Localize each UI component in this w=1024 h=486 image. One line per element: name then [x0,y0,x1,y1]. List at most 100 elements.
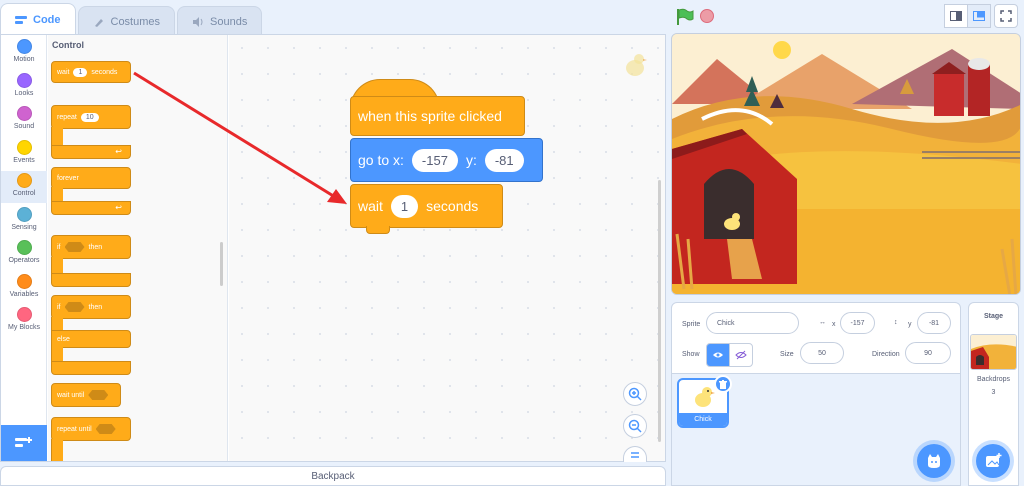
category-dot [16,274,32,289]
horizontal-arrows-icon: ↔ [819,319,826,326]
block-text: seconds [91,68,118,76]
condition-slot[interactable] [64,302,85,312]
palette-repeat-until-block[interactable]: repeat until [51,417,131,441]
code-editor: Motion Looks Sound Events Control Sensin… [0,34,666,462]
stop-button[interactable] [700,9,714,23]
when-sprite-clicked-block[interactable]: when this sprite clicked [350,96,525,136]
workspace-scrollbar[interactable] [658,180,661,442]
green-flag-icon[interactable] [675,8,695,26]
vertical-arrows-icon: ↕ [894,319,898,326]
image-add-icon [986,453,1002,467]
category-operators[interactable]: Operators [1,238,47,270]
category-my-blocks[interactable]: My Blocks [1,305,47,337]
palette-scrollbar[interactable] [220,242,223,286]
stage-pane-title: Stage [983,313,1004,320]
show-sprite-button[interactable] [706,343,730,367]
stage-canvas[interactable] [671,33,1021,295]
category-label: Variables [9,291,39,298]
category-label: My Blocks [8,324,40,331]
loop-arrow-icon: ↩ [115,147,122,156]
block-text: seconds [426,198,479,214]
block-footer: ↩ [51,145,131,159]
category-dot [16,140,32,155]
block-footer: ↩ [51,201,131,215]
category-dot [16,307,32,322]
tab-sounds[interactable]: Sounds [177,6,263,36]
condition-slot[interactable] [64,242,85,252]
category-label: Events [13,157,35,164]
sprite-label: Sprite [682,321,701,328]
palette-if-else-block[interactable]: if then [51,295,131,319]
palette-else-label: else [51,330,131,348]
tab-costumes-label: Costumes [110,15,161,28]
palette-wait-block[interactable]: wait 1 seconds [51,61,131,83]
block-text: repeat until [57,425,92,433]
category-menu: Motion Looks Sound Events Control Sensin… [1,35,47,461]
category-looks[interactable]: Looks [1,71,47,103]
category-label: Control [12,190,36,197]
choose-sprite-button[interactable] [917,444,951,478]
y-label: y [908,321,912,328]
block-text: else [57,335,70,343]
zoom-out-button[interactable] [623,414,647,438]
eye-icon [713,352,723,358]
cat-add-icon [928,454,940,468]
zoom-in-button[interactable] [623,382,647,406]
backdrop-thumbnail [971,335,1016,369]
x-input[interactable]: -157 [411,148,458,172]
tab-costumes[interactable]: Costumes [77,6,176,36]
wait-seconds-block[interactable]: wait 1 seconds [350,184,503,228]
category-label: Sensing [11,224,37,231]
add-extension-button[interactable] [1,425,47,461]
editor-tabs: Code Costumes Sounds [0,0,264,36]
y-input[interactable]: -81 [484,148,524,172]
palette-repeat-block[interactable]: repeat 10 [51,105,131,129]
sprite-watermark-icon [626,54,647,76]
category-dot [16,73,32,88]
small-stage-button[interactable] [944,4,968,28]
category-control[interactable]: Control [1,171,47,203]
stage-size-toggle [944,4,1018,28]
palette-if-then-block[interactable]: if then [51,235,131,259]
normal-stage-button[interactable] [967,4,991,28]
category-motion[interactable]: Motion [1,37,47,69]
palette-title: Control [52,40,84,50]
direction-input[interactable]: 90 [905,342,951,364]
chick-thumbnail [695,387,715,407]
block-input[interactable]: 1 [73,67,88,77]
size-input[interactable]: 50 [800,342,844,364]
condition-slot[interactable] [88,390,109,400]
backpack-bar[interactable]: Backpack [0,466,666,486]
seconds-input[interactable]: 1 [390,194,419,218]
fullscreen-button[interactable] [994,4,1018,28]
sprite-name-input[interactable]: Chick [706,312,799,334]
stage-thumbnail[interactable] [970,334,1017,370]
palette-forever-block[interactable]: forever [51,167,131,189]
category-variables[interactable]: Variables [1,272,47,304]
block-footer [51,361,131,375]
block-notch [366,226,390,234]
block-text: y: [465,152,477,168]
delete-sprite-button[interactable] [714,375,732,393]
loop-arrow-icon: ↩ [115,203,122,212]
category-dot [16,207,32,222]
x-position-input[interactable]: -157 [840,312,875,334]
category-dot [16,240,32,255]
tab-sounds-label: Sounds [210,15,248,28]
zoom-out-icon [628,419,642,433]
category-label: Operators [8,257,40,264]
y-position-input[interactable]: -81 [917,312,951,334]
block-text: repeat [57,113,77,121]
block-input[interactable]: 10 [80,112,99,122]
block-text: wait until [57,391,85,399]
palette-wait-until-block[interactable]: wait until [51,383,121,407]
direction-label: Direction [872,351,900,358]
category-events[interactable]: Events [1,138,47,170]
category-sound[interactable]: Sound [1,104,47,136]
condition-slot[interactable] [95,424,116,434]
category-sensing[interactable]: Sensing [1,205,47,237]
go-to-xy-block[interactable]: go to x: -157 y: -81 [350,138,543,182]
tab-code[interactable]: Code [0,3,76,36]
choose-backdrop-button[interactable] [976,444,1010,478]
hide-sprite-button[interactable] [729,343,753,367]
